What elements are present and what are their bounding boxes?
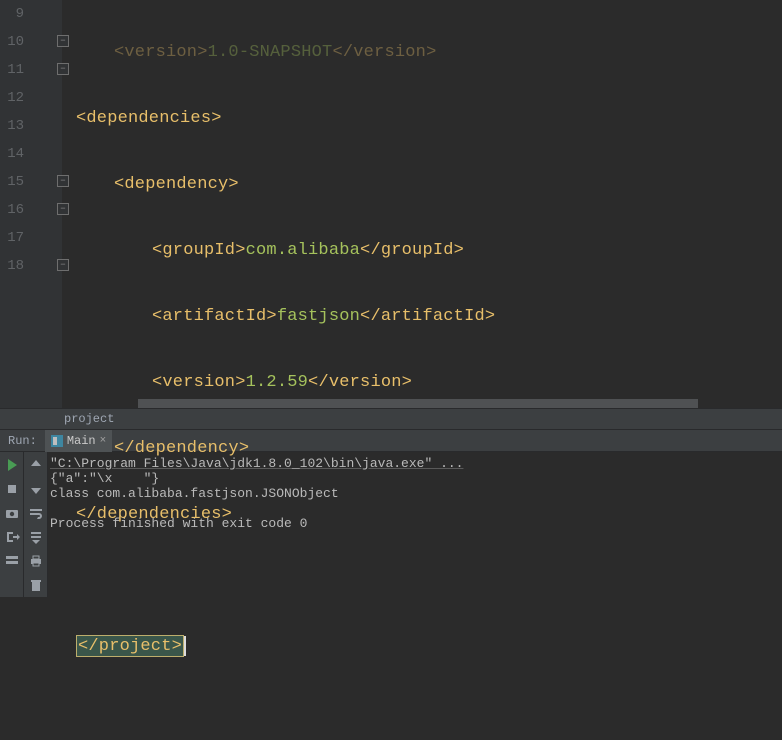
run-actions-rail <box>0 452 24 597</box>
caret <box>184 636 186 656</box>
camera-icon[interactable] <box>3 504 21 522</box>
line-number: 18 <box>7 259 62 273</box>
up-icon[interactable] <box>27 456 45 474</box>
down-icon[interactable] <box>27 480 45 498</box>
line-number: 13 <box>7 119 62 133</box>
run-label: Run: <box>0 434 45 448</box>
line-number: 12 <box>7 91 62 105</box>
print-icon[interactable] <box>27 552 45 570</box>
line-number: 15 <box>7 175 62 189</box>
scroll-end-icon[interactable] <box>27 528 45 546</box>
line-number: 17 <box>7 231 62 245</box>
gutter: 9 10 11 12 13 14 15 16 17 18 <box>0 0 62 408</box>
line-number: 10 <box>7 35 62 49</box>
trash-icon[interactable] <box>27 576 45 594</box>
horizontal-scrollbar[interactable] <box>138 399 698 408</box>
editor[interactable]: 9 10 11 12 13 14 15 16 17 18 <version>1.… <box>0 0 782 408</box>
line-number: 16 <box>7 203 62 217</box>
run-config-icon <box>51 435 63 447</box>
soft-wrap-icon[interactable] <box>27 504 45 522</box>
console-actions-rail <box>24 452 48 597</box>
stop-icon[interactable] <box>3 480 21 498</box>
layout-icon[interactable] <box>3 552 21 570</box>
rerun-icon[interactable] <box>3 456 21 474</box>
code-area[interactable]: <version>1.0-SNAPSHOT</version> <depende… <box>62 0 782 408</box>
exit-icon[interactable] <box>3 528 21 546</box>
selection: </project> <box>76 635 184 657</box>
line-number: 9 <box>16 7 62 21</box>
line-number: 14 <box>7 147 62 161</box>
line-number: 11 <box>7 63 62 77</box>
